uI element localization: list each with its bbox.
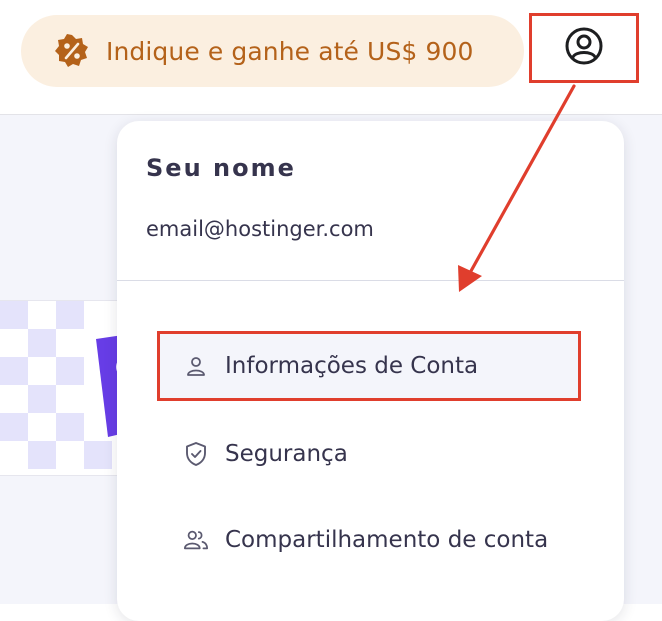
- users-icon: [183, 527, 209, 553]
- user-circle-icon: [564, 26, 604, 70]
- referral-banner[interactable]: Indique e ganhe até US$ 900: [21, 15, 524, 87]
- menu-item-account-sharing[interactable]: Compartilhamento de conta: [157, 505, 581, 575]
- referral-label: Indique e ganhe até US$ 900: [106, 36, 474, 66]
- account-dropdown: Seu nome email@hostinger.com Informações…: [117, 121, 624, 621]
- menu-item-label: Segurança: [225, 441, 348, 467]
- menu-item-account-info[interactable]: Informações de Conta: [157, 331, 581, 401]
- menu-item-label: Compartilhamento de conta: [225, 527, 549, 553]
- menu-item-security[interactable]: Segurança: [157, 419, 581, 489]
- shield-check-icon: [183, 441, 209, 467]
- user-email: email@hostinger.com: [146, 217, 374, 241]
- discount-badge-icon: [53, 32, 91, 70]
- user-name: Seu nome: [146, 154, 296, 182]
- user-icon: [183, 353, 209, 379]
- menu-item-label: Informações de Conta: [225, 353, 479, 379]
- account-menu-button[interactable]: [529, 13, 639, 83]
- divider: [117, 280, 624, 281]
